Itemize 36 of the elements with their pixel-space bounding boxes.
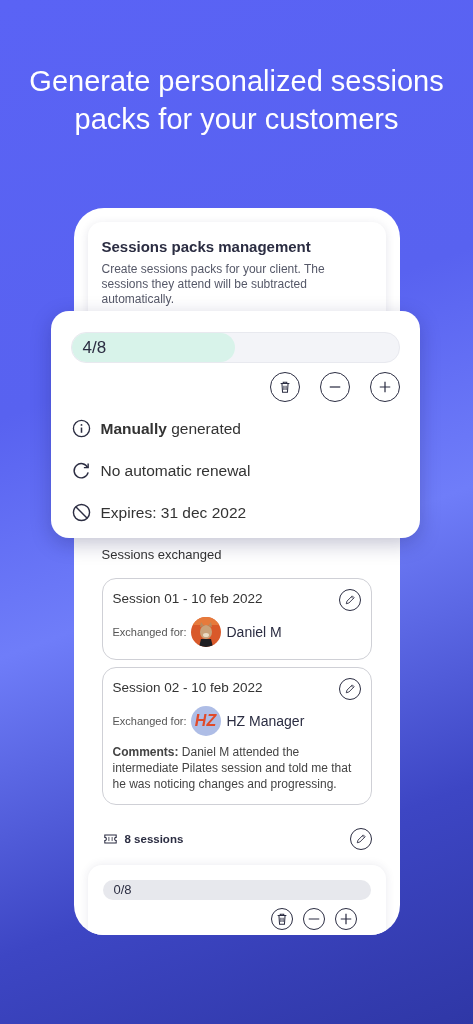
edit-button[interactable] [338,678,361,700]
plus-button[interactable] [334,908,357,930]
minus-button[interactable] [319,372,350,402]
plus-icon [338,912,353,926]
minus-button[interactable] [302,908,325,930]
edit-button[interactable] [338,589,361,611]
session-title: Session 01 - 10 feb 2022 [112,591,263,606]
trash-button[interactable] [269,372,300,402]
exchanged-label: Exchanged for: [112,715,187,727]
comment-text: Comments: Daniel M attended the intermediate Pilates session and told me that he was noticing changes and progressing. [112,744,353,792]
section-title: Sessions exchanged [101,547,223,562]
prohibited-icon [71,503,91,522]
exchanged-label: Exchanged for: [112,626,187,638]
progress-label: 0/8 [112,881,132,899]
detail-text: No automatic renewal [100,461,251,480]
detail-text: Expires: 31 dec 2022 [100,503,247,522]
pencil-icon [354,833,367,845]
progress-label: 4/8 [81,337,107,359]
pencil-icon [343,594,356,606]
detail-text: Manually generated [100,419,241,438]
plus-icon [377,380,392,394]
pencil-icon [343,683,356,695]
headline: Generate personalized sessions packs for your customers [28,64,445,137]
edit-button[interactable] [349,828,372,850]
trash-button[interactable] [270,908,293,930]
refresh-icon [71,461,91,480]
person-name: HZ Manager [226,713,305,729]
panel-description: Create sessions packs for your client. The sessions they attend will be subtracted automatically. [101,262,326,307]
ticket-icon [103,834,117,844]
plus-button[interactable] [369,372,400,402]
pack-title: 8 sessions [124,833,185,845]
person-name: Daniel M [226,624,282,640]
session-title: Session 02 - 10 feb 2022 [112,680,263,695]
panel-title: Sessions packs management [101,238,312,255]
info-icon [71,419,91,438]
avatar: HZ [190,706,221,736]
